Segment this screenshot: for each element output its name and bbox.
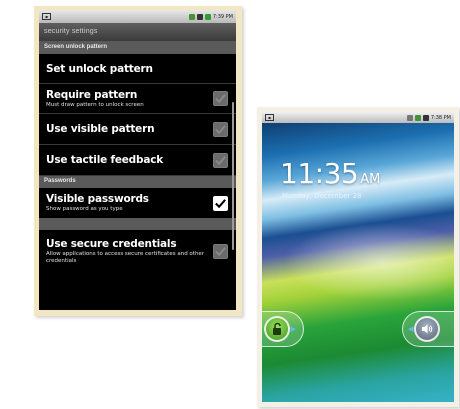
battery-icon bbox=[422, 114, 429, 121]
section-header-passwords: Passwords bbox=[39, 176, 236, 188]
pref-title: Set unlock pattern bbox=[46, 62, 153, 75]
unlock-slider[interactable]: ▶ bbox=[262, 311, 304, 347]
battery-icon bbox=[196, 13, 203, 20]
clock-ampm: AM bbox=[360, 172, 381, 187]
pref-set-unlock-pattern[interactable]: Set unlock pattern bbox=[39, 54, 236, 84]
speaker-icon[interactable] bbox=[414, 316, 441, 342]
unlock-icon[interactable] bbox=[263, 316, 290, 342]
speaker-glyph bbox=[422, 324, 433, 334]
sound-slider[interactable]: ◀ bbox=[402, 311, 454, 347]
pref-title: Use tactile feedback bbox=[46, 154, 164, 166]
pref-use-visible-pattern[interactable]: Use visible pattern bbox=[39, 114, 236, 145]
status-time: 7:39 PM bbox=[212, 13, 233, 20]
pref-summary: Allow applications to access secure cert… bbox=[46, 250, 205, 264]
signal-icon bbox=[188, 13, 195, 20]
pref-title: Use visible pattern bbox=[46, 123, 155, 135]
chevron-left-icon: ◀ bbox=[408, 326, 414, 333]
clock-time: 11:35 bbox=[280, 157, 359, 190]
status-bar: ▪ 7:39 PM bbox=[39, 10, 236, 23]
lock-clock: 11:35 AM bbox=[280, 157, 380, 190]
lock-date: Monday, December 28 bbox=[282, 192, 362, 200]
pref-summary: Must draw pattern to unlock screen bbox=[46, 101, 144, 108]
wifi-icon bbox=[204, 13, 211, 20]
require-pattern-checkbox[interactable] bbox=[213, 91, 228, 106]
status-bar: ▪ 7:38 PM bbox=[262, 112, 454, 123]
lock-glyph bbox=[272, 322, 281, 335]
secure-credentials-checkbox[interactable] bbox=[213, 243, 228, 259]
divider bbox=[39, 218, 236, 230]
check-icon bbox=[215, 246, 226, 256]
pref-visible-passwords[interactable]: Visible passwords Show password as you t… bbox=[39, 188, 236, 218]
pref-title: Require pattern bbox=[46, 88, 138, 101]
signal-icon bbox=[414, 114, 421, 121]
check-icon bbox=[215, 198, 226, 208]
pref-title: Visible passwords bbox=[46, 193, 149, 205]
security-settings-phone: ▪ 7:39 PM security settings Screen unloc… bbox=[34, 6, 242, 316]
page-title: security settings bbox=[39, 23, 236, 41]
check-icon bbox=[215, 94, 226, 104]
screen-icon: ▪ bbox=[265, 114, 274, 121]
check-icon bbox=[215, 155, 226, 165]
visible-pattern-checkbox[interactable] bbox=[213, 121, 228, 137]
screen-icon: ▪ bbox=[42, 13, 51, 20]
lock-screen: ▪ 7:38 PM 11:35 AM Monday, December 28 ▶ … bbox=[262, 112, 454, 402]
lock-screen-phone: ▪ 7:38 PM 11:35 AM Monday, December 28 ▶ … bbox=[257, 107, 459, 407]
visible-passwords-checkbox[interactable] bbox=[213, 195, 228, 211]
pref-require-pattern[interactable]: Require pattern Must draw pattern to unl… bbox=[39, 84, 236, 114]
security-settings-screen: ▪ 7:39 PM security settings Screen unloc… bbox=[39, 10, 236, 310]
scrollbar[interactable] bbox=[232, 102, 234, 250]
chevron-right-icon: ▶ bbox=[290, 326, 296, 333]
pref-use-tactile-feedback[interactable]: Use tactile feedback bbox=[39, 145, 236, 176]
check-icon bbox=[215, 124, 226, 134]
alarm-icon bbox=[406, 114, 413, 121]
pref-use-secure-credentials[interactable]: Use secure credentials Allow application… bbox=[39, 230, 236, 272]
status-time: 7:38 PM bbox=[430, 114, 451, 121]
pref-summary: Show password as you type bbox=[46, 206, 123, 212]
tactile-feedback-checkbox[interactable] bbox=[213, 152, 228, 168]
section-header-unlock-pattern: Screen unlock pattern bbox=[39, 41, 236, 54]
pref-title: Use secure credentials bbox=[46, 237, 177, 250]
